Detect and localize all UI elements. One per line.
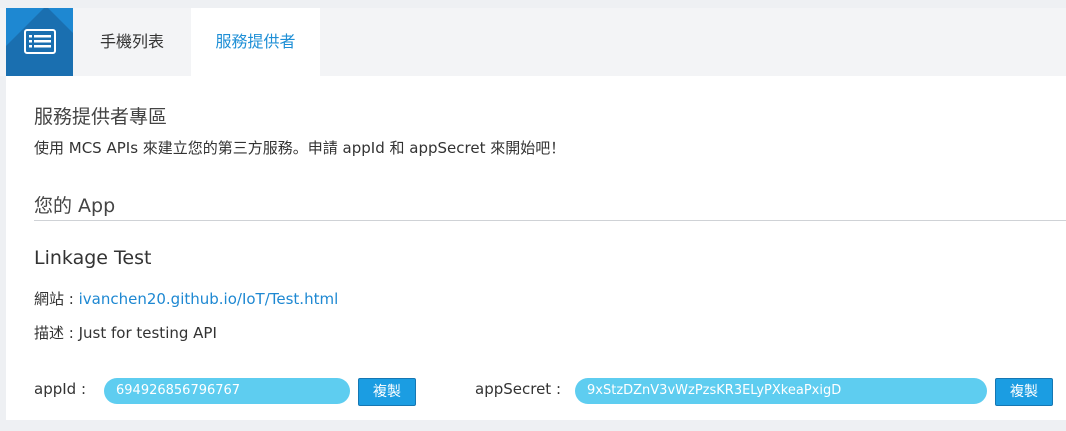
page-description: 使用 MCS APIs 來建立您的第三方服務。申請 appId 和 appSec… (34, 139, 566, 157)
description-label: 描述 : (34, 324, 79, 342)
section-divider (34, 220, 1066, 221)
list-icon (24, 29, 56, 54)
your-apps-heading: 您的 App (34, 195, 116, 217)
appsecret-field[interactable] (575, 378, 987, 404)
tab-phone-list[interactable]: 手機列表 (73, 8, 191, 76)
app-logo[interactable] (6, 8, 73, 76)
main-content: 服務提供者專區 使用 MCS APIs 來建立您的第三方服務。申請 appId … (6, 76, 1066, 420)
app-description-row: 描述 : Just for testing API (34, 322, 217, 343)
description-value: Just for testing API (78, 324, 217, 342)
appsecret-label: appSecret : (475, 380, 562, 398)
copy-appsecret-button[interactable]: 複製 (995, 378, 1053, 406)
page-title: 服務提供者專區 (34, 106, 168, 128)
appid-field[interactable] (104, 378, 350, 404)
appid-label: appId : (34, 380, 87, 398)
app-name: Linkage Test (34, 247, 152, 269)
app-site-row: 網站 : ivanchen20.github.io/IoT/Test.html (34, 288, 338, 309)
tab-service-provider[interactable]: 服務提供者 (191, 8, 320, 76)
site-link[interactable]: ivanchen20.github.io/IoT/Test.html (79, 290, 339, 308)
site-label: 網站 : (34, 290, 79, 308)
copy-appid-button[interactable]: 複製 (358, 378, 416, 406)
